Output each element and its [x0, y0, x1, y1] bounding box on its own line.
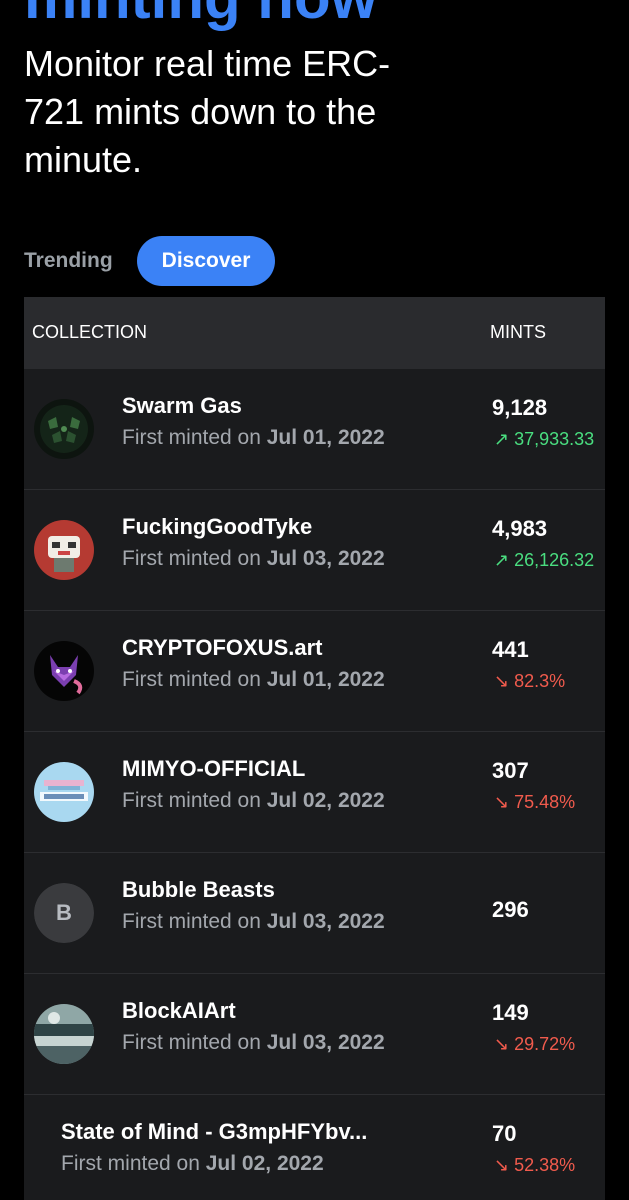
collection-name[interactable]: FuckingGoodTyke — [122, 514, 312, 540]
mints-count: 149 — [492, 1000, 529, 1025]
mints-change: ↘ 29.72% — [494, 1034, 576, 1054]
tab-bar: Trending Discover — [24, 236, 276, 286]
first-minted-text: First minted on Jul 03, 2022 — [122, 547, 385, 570]
tyke-avatar — [34, 520, 94, 580]
mints-change: ↘ 82.3% — [494, 671, 566, 691]
mints-change: ↘ 75.48% — [494, 792, 576, 812]
first-minted-text: First minted on Jul 02, 2022 — [122, 789, 385, 812]
first-minted-date: Jul 03, 2022 — [266, 547, 385, 570]
table-row[interactable]: CRYPTOFOXUS.art First minted on Jul 01, … — [24, 611, 605, 732]
page: minting now Monitor real time ERC-721 mi… — [0, 0, 629, 1200]
collection-name[interactable]: BlockAIArt — [122, 998, 236, 1024]
first-minted-date: Jul 02, 2022 — [266, 789, 385, 812]
table-row[interactable]: BlockAIArt First minted on Jul 03, 2022 … — [24, 974, 605, 1095]
table-row[interactable]: State of Mind - G3mpHFYbv... First minte… — [24, 1095, 605, 1200]
fox-avatar — [34, 641, 94, 701]
collection-name[interactable]: State of Mind - G3mpHFYbv... — [61, 1119, 367, 1145]
mints-table: COLLECTION MINTS Swarm Gas First minted … — [24, 297, 605, 1200]
column-header-mints[interactable]: MINTS — [490, 322, 546, 343]
mints-count: 441 — [492, 637, 529, 662]
mints-count: 307 — [492, 758, 529, 783]
first-minted-date: Jul 02, 2022 — [205, 1152, 324, 1175]
table-header: COLLECTION MINTS — [24, 297, 605, 369]
mints-count: 70 — [492, 1121, 517, 1146]
arrow-down-right-icon: ↘ — [494, 671, 510, 691]
first-minted-date: Jul 01, 2022 — [266, 426, 385, 449]
collection-name[interactable]: Bubble Beasts — [122, 877, 275, 903]
swarm-gas-avatar — [34, 399, 94, 459]
first-minted-text: First minted on Jul 03, 2022 — [122, 910, 385, 933]
column-header-collection[interactable]: COLLECTION — [32, 322, 147, 343]
first-minted-text: First minted on Jul 01, 2022 — [122, 426, 385, 449]
mints-count: 9,128 — [492, 395, 548, 420]
first-minted-date: Jul 03, 2022 — [266, 1031, 385, 1054]
first-minted-text: First minted on Jul 02, 2022 — [61, 1152, 324, 1175]
tab-trending[interactable]: Trending — [24, 249, 113, 273]
arrow-down-right-icon: ↘ — [494, 1155, 510, 1175]
table-row[interactable]: Swarm Gas First minted on Jul 01, 2022 9… — [24, 369, 605, 490]
mints-change: ↗ 26,126.32 — [494, 550, 595, 570]
arrow-up-right-icon: ↗ — [494, 429, 510, 449]
arrow-down-right-icon: ↘ — [494, 792, 510, 812]
blockai-avatar — [34, 1004, 94, 1064]
mints-change: ↗ 37,933.33 — [494, 429, 595, 449]
mints-count: 4,983 — [492, 516, 548, 541]
hero-subtitle: Monitor real time ERC-721 mints down to … — [24, 43, 391, 180]
mimyo-avatar — [34, 762, 94, 822]
table-row[interactable]: MIMYO-OFFICIAL First minted on Jul 02, 2… — [24, 732, 605, 853]
arrow-down-right-icon: ↘ — [494, 1034, 510, 1054]
table-row[interactable]: B Bubble Beasts First minted on Jul 03, … — [24, 853, 605, 974]
avatar-letter: B — [34, 883, 94, 943]
mints-count: 296 — [492, 897, 529, 922]
first-minted-date: Jul 03, 2022 — [266, 910, 385, 933]
table-row[interactable]: FuckingGoodTyke First minted on Jul 03, … — [24, 490, 605, 611]
arrow-up-right-icon: ↗ — [494, 550, 510, 570]
collection-name[interactable]: CRYPTOFOXUS.art — [122, 635, 322, 661]
collection-name[interactable]: Swarm Gas — [122, 393, 242, 419]
first-minted-text: First minted on Jul 03, 2022 — [122, 1031, 385, 1054]
tab-discover[interactable]: Discover — [136, 236, 276, 286]
collection-name[interactable]: MIMYO-OFFICIAL — [122, 756, 305, 782]
letter-avatar: B — [34, 883, 94, 943]
hero-heading: minting now — [24, 0, 377, 28]
first-minted-date: Jul 01, 2022 — [266, 668, 385, 691]
mints-change: ↘ 52.38% — [494, 1155, 576, 1175]
first-minted-text: First minted on Jul 01, 2022 — [122, 668, 385, 691]
